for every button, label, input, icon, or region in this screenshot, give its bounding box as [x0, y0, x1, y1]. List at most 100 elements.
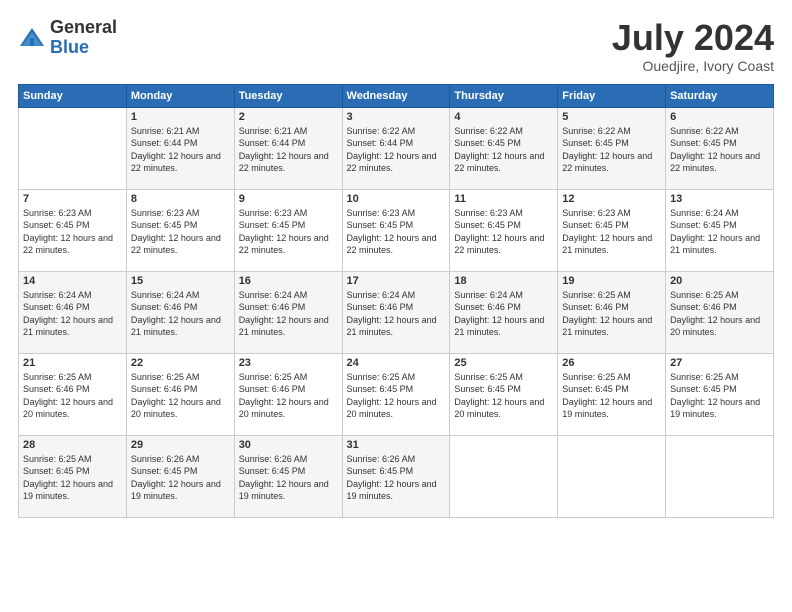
cell-info: Sunrise: 6:23 AMSunset: 6:45 PMDaylight:…: [23, 208, 113, 256]
day-number: 21: [23, 357, 122, 369]
cell-info: Sunrise: 6:24 AMSunset: 6:45 PMDaylight:…: [670, 208, 760, 256]
calendar-cell: 22Sunrise: 6:25 AMSunset: 6:46 PMDayligh…: [126, 353, 234, 435]
calendar-cell: 19 Sunrise: 6:25 AMSunset: 6:46 PMDayligh…: [558, 271, 666, 353]
cell-info: Sunrise: 6:26 AMSunset: 6:45 PMDaylight:…: [347, 454, 437, 502]
calendar-cell: [450, 435, 558, 517]
calendar-cell: 24 Sunrise: 6:25 AMSunset: 6:45 PMDayligh…: [342, 353, 450, 435]
calendar-table: SundayMondayTuesdayWednesdayThursdayFrid…: [18, 84, 774, 518]
day-number: 23: [239, 357, 338, 369]
week-row-2: 14 Sunrise: 6:24 AMSunset: 6:46 PMDayligh…: [19, 271, 774, 353]
calendar-cell: 26 Sunrise: 6:25 AMSunset: 6:45 PMDayligh…: [558, 353, 666, 435]
calendar-cell: 25Sunrise: 6:25 AMSunset: 6:45 PMDayligh…: [450, 353, 558, 435]
day-number: 3: [347, 111, 446, 123]
days-header-row: SundayMondayTuesdayWednesdayThursdayFrid…: [19, 84, 774, 107]
calendar-cell: 23Sunrise: 6:25 AMSunset: 6:46 PMDayligh…: [234, 353, 342, 435]
page: General Blue July 2024 Ouedjire, Ivory C…: [0, 0, 792, 612]
cell-info: Sunrise: 6:25 AMSunset: 6:46 PMDaylight:…: [562, 290, 652, 338]
calendar-cell: 27Sunrise: 6:25 AMSunset: 6:45 PMDayligh…: [666, 353, 774, 435]
calendar-cell: 8 Sunrise: 6:23 AMSunset: 6:45 PMDaylight…: [126, 189, 234, 271]
calendar-cell: 11Sunrise: 6:23 AMSunset: 6:45 PMDayligh…: [450, 189, 558, 271]
cell-info: Sunrise: 6:24 AMSunset: 6:46 PMDaylight:…: [23, 290, 113, 338]
calendar-cell: 28 Sunrise: 6:25 AMSunset: 6:45 PMDayligh…: [19, 435, 127, 517]
calendar-cell: 10Sunrise: 6:23 AMSunset: 6:45 PMDayligh…: [342, 189, 450, 271]
day-header-friday: Friday: [558, 84, 666, 107]
calendar-cell: 7 Sunrise: 6:23 AMSunset: 6:45 PMDaylight…: [19, 189, 127, 271]
month-title: July 2024: [612, 18, 774, 58]
day-number: 26: [562, 357, 661, 369]
calendar-cell: [558, 435, 666, 517]
cell-info: Sunrise: 6:21 AMSunset: 6:44 PMDaylight:…: [131, 126, 221, 174]
calendar-cell: 6 Sunrise: 6:22 AMSunset: 6:45 PMDaylight…: [666, 107, 774, 189]
calendar-cell: 20Sunrise: 6:25 AMSunset: 6:46 PMDayligh…: [666, 271, 774, 353]
cell-info: Sunrise: 6:25 AMSunset: 6:45 PMDaylight:…: [23, 454, 113, 502]
cell-info: Sunrise: 6:23 AMSunset: 6:45 PMDaylight:…: [562, 208, 652, 256]
week-row-1: 7 Sunrise: 6:23 AMSunset: 6:45 PMDaylight…: [19, 189, 774, 271]
day-header-saturday: Saturday: [666, 84, 774, 107]
logo-text: General Blue: [50, 18, 117, 58]
calendar-cell: 4 Sunrise: 6:22 AMSunset: 6:45 PMDaylight…: [450, 107, 558, 189]
cell-info: Sunrise: 6:22 AMSunset: 6:45 PMDaylight:…: [454, 126, 544, 174]
day-number: 31: [347, 439, 446, 451]
day-header-thursday: Thursday: [450, 84, 558, 107]
day-number: 7: [23, 193, 122, 205]
cell-info: Sunrise: 6:23 AMSunset: 6:45 PMDaylight:…: [454, 208, 544, 256]
cell-info: Sunrise: 6:26 AMSunset: 6:45 PMDaylight:…: [131, 454, 221, 502]
day-number: 14: [23, 275, 122, 287]
cell-info: Sunrise: 6:23 AMSunset: 6:45 PMDaylight:…: [239, 208, 329, 256]
day-number: 8: [131, 193, 230, 205]
calendar-cell: 12Sunrise: 6:23 AMSunset: 6:45 PMDayligh…: [558, 189, 666, 271]
day-number: 28: [23, 439, 122, 451]
day-number: 17: [347, 275, 446, 287]
week-row-0: 1Sunrise: 6:21 AMSunset: 6:44 PMDaylight…: [19, 107, 774, 189]
location: Ouedjire, Ivory Coast: [612, 58, 774, 74]
calendar-cell: 21 Sunrise: 6:25 AMSunset: 6:46 PMDayligh…: [19, 353, 127, 435]
calendar-cell: 18Sunrise: 6:24 AMSunset: 6:46 PMDayligh…: [450, 271, 558, 353]
title-block: July 2024 Ouedjire, Ivory Coast: [612, 18, 774, 74]
cell-info: Sunrise: 6:25 AMSunset: 6:46 PMDaylight:…: [23, 372, 113, 420]
day-header-monday: Monday: [126, 84, 234, 107]
cell-info: Sunrise: 6:25 AMSunset: 6:46 PMDaylight:…: [670, 290, 760, 338]
calendar-cell: 16 Sunrise: 6:24 AMSunset: 6:46 PMDayligh…: [234, 271, 342, 353]
cell-info: Sunrise: 6:24 AMSunset: 6:46 PMDaylight:…: [239, 290, 329, 338]
cell-info: Sunrise: 6:23 AMSunset: 6:45 PMDaylight:…: [347, 208, 437, 256]
logo-general-text: General: [50, 18, 117, 38]
logo-icon: [18, 24, 46, 52]
calendar-cell: 1Sunrise: 6:21 AMSunset: 6:44 PMDaylight…: [126, 107, 234, 189]
calendar-cell: 3 Sunrise: 6:22 AMSunset: 6:44 PMDaylight…: [342, 107, 450, 189]
calendar-cell: [666, 435, 774, 517]
calendar-cell: 29Sunrise: 6:26 AMSunset: 6:45 PMDayligh…: [126, 435, 234, 517]
day-number: 9: [239, 193, 338, 205]
cell-info: Sunrise: 6:21 AMSunset: 6:44 PMDaylight:…: [239, 126, 329, 174]
header: General Blue July 2024 Ouedjire, Ivory C…: [18, 18, 774, 74]
calendar-cell: 15Sunrise: 6:24 AMSunset: 6:46 PMDayligh…: [126, 271, 234, 353]
calendar-cell: 17Sunrise: 6:24 AMSunset: 6:46 PMDayligh…: [342, 271, 450, 353]
cell-info: Sunrise: 6:26 AMSunset: 6:45 PMDaylight:…: [239, 454, 329, 502]
week-row-3: 21 Sunrise: 6:25 AMSunset: 6:46 PMDayligh…: [19, 353, 774, 435]
cell-info: Sunrise: 6:22 AMSunset: 6:45 PMDaylight:…: [562, 126, 652, 174]
day-number: 19: [562, 275, 661, 287]
calendar-cell: 2 Sunrise: 6:21 AMSunset: 6:44 PMDaylight…: [234, 107, 342, 189]
cell-info: Sunrise: 6:24 AMSunset: 6:46 PMDaylight:…: [131, 290, 221, 338]
day-number: 16: [239, 275, 338, 287]
day-number: 27: [670, 357, 769, 369]
day-number: 2: [239, 111, 338, 123]
day-number: 25: [454, 357, 553, 369]
day-header-tuesday: Tuesday: [234, 84, 342, 107]
calendar-cell: 13 Sunrise: 6:24 AMSunset: 6:45 PMDayligh…: [666, 189, 774, 271]
calendar-cell: 9 Sunrise: 6:23 AMSunset: 6:45 PMDaylight…: [234, 189, 342, 271]
calendar-cell: 30Sunrise: 6:26 AMSunset: 6:45 PMDayligh…: [234, 435, 342, 517]
cell-info: Sunrise: 6:25 AMSunset: 6:45 PMDaylight:…: [562, 372, 652, 420]
day-number: 4: [454, 111, 553, 123]
day-number: 13: [670, 193, 769, 205]
cell-info: Sunrise: 6:22 AMSunset: 6:45 PMDaylight:…: [670, 126, 760, 174]
day-number: 24: [347, 357, 446, 369]
cell-info: Sunrise: 6:25 AMSunset: 6:45 PMDaylight:…: [347, 372, 437, 420]
day-number: 5: [562, 111, 661, 123]
cell-info: Sunrise: 6:22 AMSunset: 6:44 PMDaylight:…: [347, 126, 437, 174]
day-header-sunday: Sunday: [19, 84, 127, 107]
day-number: 18: [454, 275, 553, 287]
week-row-4: 28 Sunrise: 6:25 AMSunset: 6:45 PMDayligh…: [19, 435, 774, 517]
calendar-cell: 5 Sunrise: 6:22 AMSunset: 6:45 PMDaylight…: [558, 107, 666, 189]
cell-info: Sunrise: 6:23 AMSunset: 6:45 PMDaylight:…: [131, 208, 221, 256]
day-number: 6: [670, 111, 769, 123]
